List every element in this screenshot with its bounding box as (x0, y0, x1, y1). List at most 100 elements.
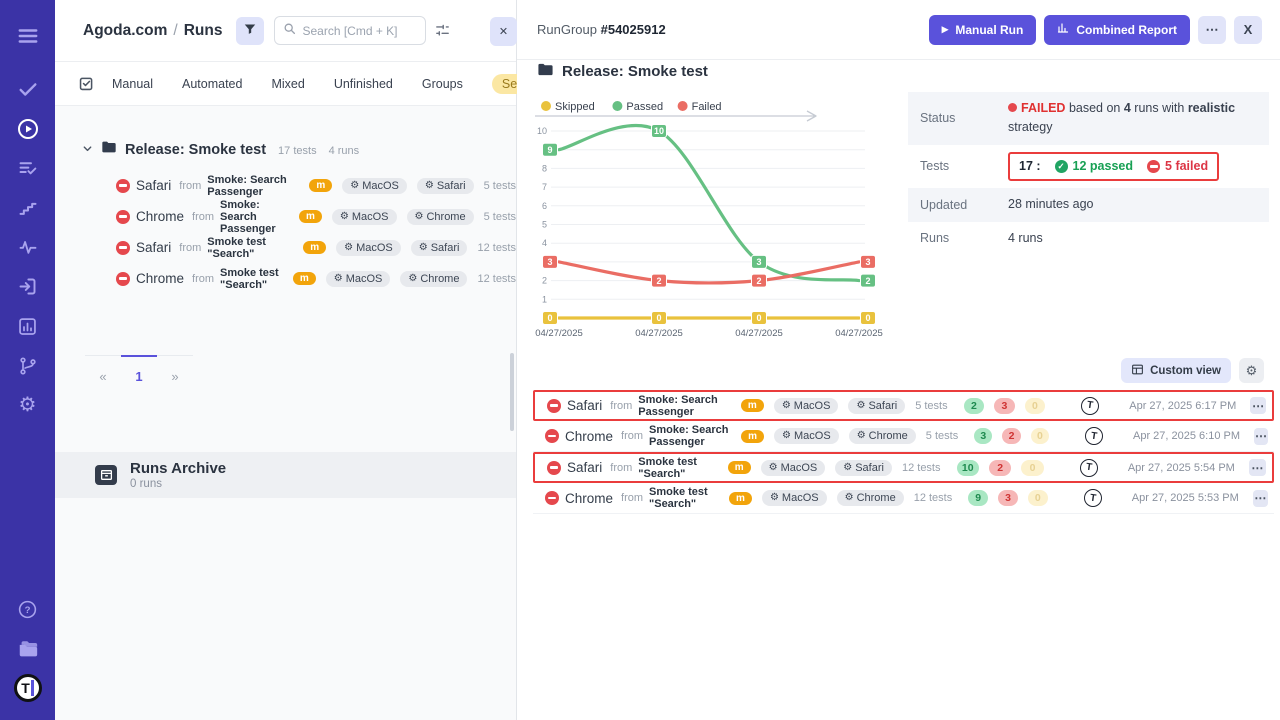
run-date: Apr 27, 2025 5:54 PM (1128, 462, 1235, 474)
tab-groups[interactable]: Groups (422, 77, 463, 91)
tests-failed: 5 failed (1147, 157, 1208, 176)
tree-run-row[interactable]: Chrome from Smoke test "Search" m ⚙MacOS… (55, 263, 516, 294)
run-group-tests-count: 17 tests (278, 145, 317, 157)
combined-report-button[interactable]: Combined Report (1044, 15, 1190, 45)
chevron-down-icon[interactable] (82, 141, 93, 159)
svg-text:5: 5 (542, 220, 547, 230)
bar-chart-icon (1057, 22, 1069, 37)
gear-icon: ⚙ (782, 401, 791, 411)
skipped-count-pill: 0 (1021, 460, 1043, 476)
breadcrumb[interactable]: Agoda.com / Runs (83, 22, 222, 40)
row-more-button[interactable]: ⋯ (1250, 397, 1266, 414)
manual-badge: m (729, 492, 752, 505)
svg-text:0: 0 (656, 313, 661, 323)
logo[interactable]: T (8, 669, 48, 709)
browser-badge: ⚙Safari (835, 460, 892, 476)
skipped-count-pill: 0 (1025, 398, 1046, 414)
svg-text:Skipped: Skipped (555, 101, 595, 113)
tab-manual[interactable]: Manual (112, 77, 153, 91)
run-name: Chrome (565, 491, 613, 506)
milestones-icon[interactable] (8, 188, 48, 228)
breadcrumb-project[interactable]: Agoda.com (83, 22, 167, 40)
pagination-prev[interactable]: « (85, 356, 121, 384)
row-more-button[interactable]: ⋯ (1254, 428, 1268, 445)
platform-badge: ⚙MacOS (326, 271, 391, 287)
help-icon[interactable]: ? (8, 590, 48, 630)
svg-text:2: 2 (542, 276, 547, 286)
check-icon: ✓ (1055, 160, 1068, 173)
custom-view-button[interactable]: Custom view (1121, 358, 1231, 383)
svg-text:04/27/2025: 04/27/2025 (835, 328, 883, 339)
manual-badge: m (293, 272, 316, 285)
settings-icon[interactable]: ⚙ (8, 386, 48, 426)
gear-icon: ⚙ (334, 274, 343, 284)
tests-icon[interactable] (8, 70, 48, 110)
svg-text:4: 4 (542, 238, 547, 248)
close-button[interactable]: X (1234, 16, 1262, 44)
gear-icon: ⚙ (769, 463, 778, 473)
failed-status-icon (545, 491, 559, 505)
analytics-icon[interactable] (8, 307, 48, 347)
run-table-row[interactable]: Chrome from Smoke: Search Passenger m ⚙M… (533, 421, 1274, 452)
svg-text:3: 3 (547, 257, 552, 267)
tune-icon[interactable] (434, 22, 451, 39)
platform-badge: ⚙MacOS (336, 240, 401, 256)
tab-mixed[interactable]: Mixed (271, 77, 304, 91)
tree-run-row[interactable]: Safari from Smoke test "Search" m ⚙MacOS… (55, 232, 516, 263)
run-source: Smoke: Search Passenger (220, 199, 291, 235)
tests-label: Tests (920, 159, 1008, 173)
runs-filter-tabs: Manual Automated Mixed Unfinished Groups… (55, 62, 516, 106)
panel-close-button[interactable]: ✕ (490, 17, 517, 46)
browser-badge: ⚙Safari (848, 398, 905, 414)
run-name: Safari (136, 178, 171, 193)
more-button[interactable]: ⋯ (1198, 16, 1226, 44)
platform-badge: ⚙MacOS (761, 460, 826, 476)
filter-button[interactable] (236, 17, 264, 45)
run-tests-count: 12 tests (902, 462, 941, 474)
pagination-page-1[interactable]: 1 (121, 355, 157, 385)
search-box[interactable] (274, 16, 426, 45)
svg-text:3: 3 (865, 257, 870, 267)
test-plans-icon[interactable] (8, 149, 48, 189)
import-icon[interactable] (8, 267, 48, 307)
from-label: from (621, 430, 643, 442)
manual-badge: m (728, 461, 751, 474)
pulse-icon[interactable] (8, 228, 48, 268)
menu-icon[interactable] (8, 16, 48, 56)
table-settings-button[interactable]: ⚙ (1239, 358, 1264, 383)
manual-run-button[interactable]: ▶ Manual Run (929, 15, 1037, 45)
tests-annotation-box: 17 : ✓12 passed 5 failed (1008, 152, 1219, 181)
failed-count-pill: 3 (998, 490, 1018, 506)
failed-status-icon (116, 179, 130, 193)
tab-automated[interactable]: Automated (182, 77, 242, 91)
skipped-count-pill: 0 (1028, 490, 1048, 506)
tab-unfinished[interactable]: Unfinished (334, 77, 393, 91)
pagination-next[interactable]: » (157, 356, 193, 384)
search-input[interactable] (302, 24, 412, 38)
row-more-button[interactable]: ⋯ (1253, 490, 1268, 507)
run-group-runs-count: 4 runs (329, 145, 360, 157)
gear-icon: ⚙ (340, 212, 349, 222)
run-tests-count: 12 tests (477, 242, 516, 254)
run-table-row[interactable]: Safari from Smoke: Search Passenger m ⚙M… (533, 390, 1274, 421)
run-table-row[interactable]: Chrome from Smoke test "Search" m ⚙MacOS… (533, 483, 1274, 514)
platform-badge: ⚙MacOS (332, 209, 397, 225)
run-tests-count: 12 tests (914, 492, 953, 504)
runs-icon[interactable] (8, 109, 48, 149)
breadcrumb-separator: / (173, 22, 177, 40)
gear-icon: ⚙ (770, 493, 779, 503)
detail-group-title: Release: Smoke test (537, 62, 708, 81)
run-group-row[interactable]: Release: Smoke test 17 tests 4 runs (55, 140, 516, 170)
svg-text:1: 1 (542, 294, 547, 304)
branches-icon[interactable] (8, 346, 48, 386)
runs-archive-row[interactable]: Runs Archive 0 runs (55, 452, 516, 498)
archive-icon (95, 465, 117, 485)
tree-run-row[interactable]: Safari from Smoke: Search Passenger m ⚙M… (55, 170, 516, 201)
projects-icon[interactable] (8, 629, 48, 669)
row-more-button[interactable]: ⋯ (1249, 459, 1266, 476)
select-all-icon[interactable] (78, 75, 95, 92)
scrollbar[interactable] (510, 353, 514, 431)
tree-run-row[interactable]: Chrome from Smoke: Search Passenger m ⚙M… (55, 201, 516, 232)
run-table-row[interactable]: Safari from Smoke test "Search" m ⚙MacOS… (533, 452, 1274, 483)
failed-status-icon (116, 210, 130, 224)
